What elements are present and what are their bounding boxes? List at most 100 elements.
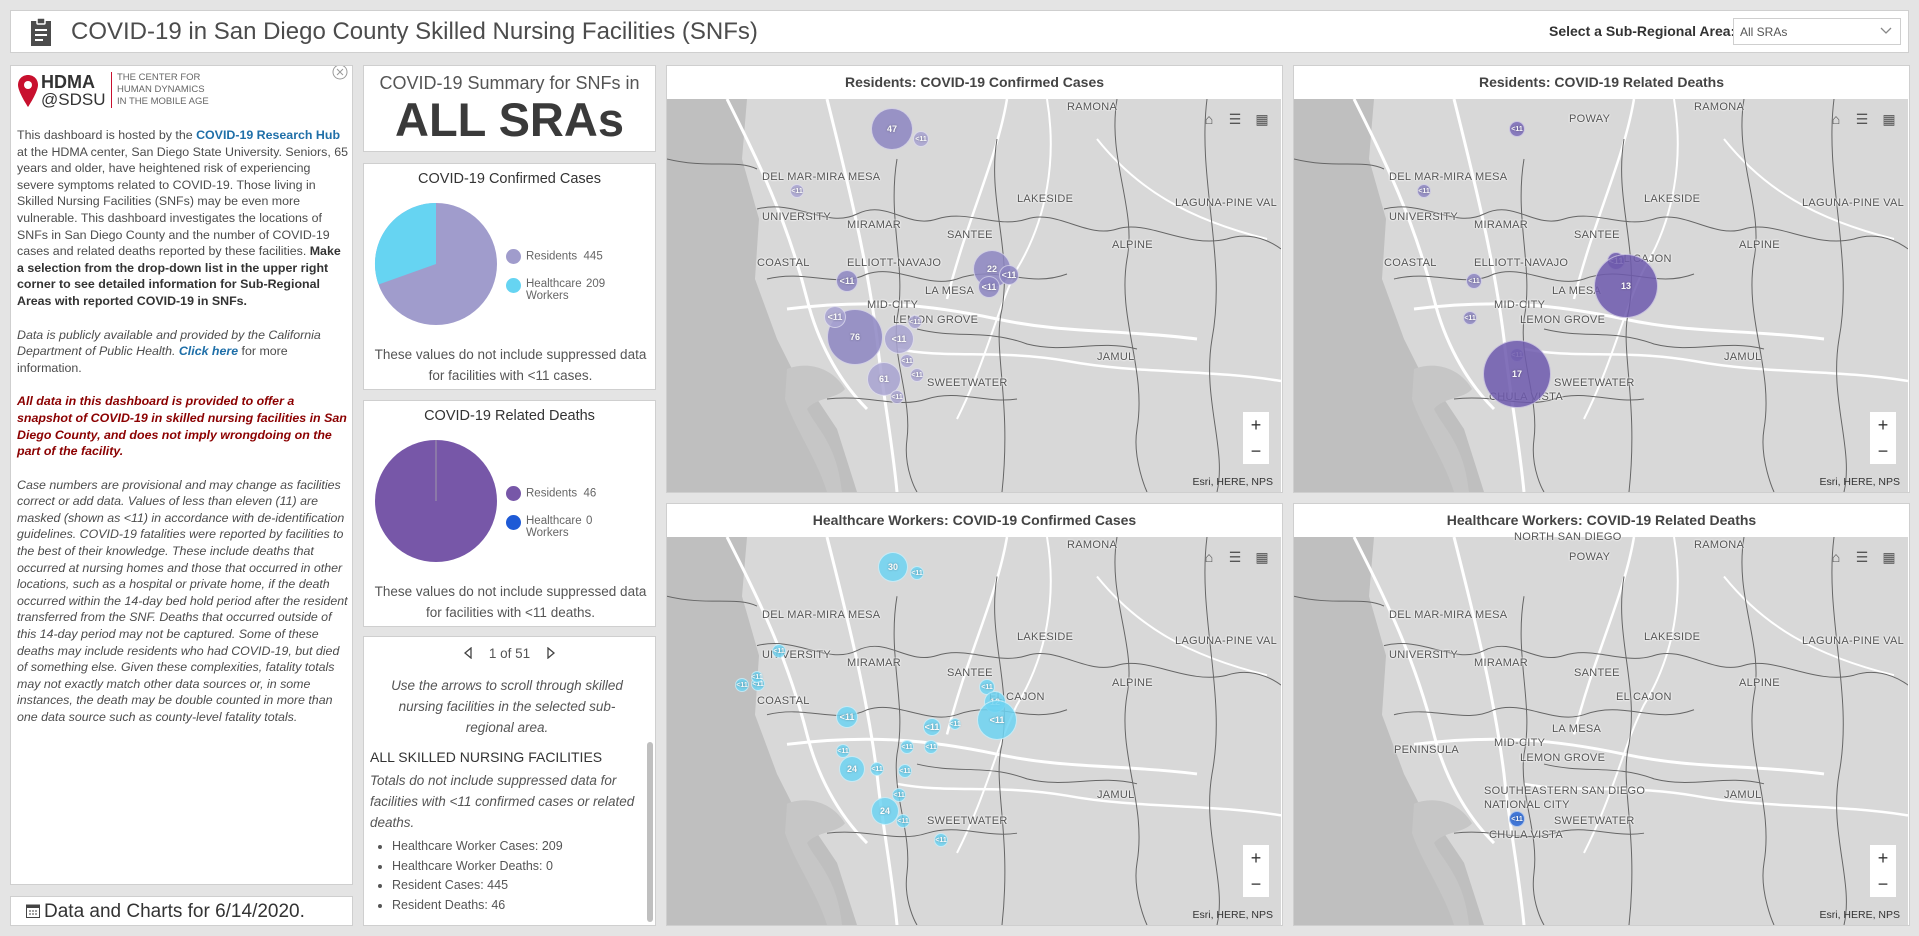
click-here-link[interactable]: Click here [179, 344, 238, 358]
cases-pie[interactable] [374, 202, 498, 326]
facility-bubble[interactable]: <11 [1417, 184, 1431, 198]
facility-bubble[interactable]: <11 [884, 324, 914, 354]
scrollbar[interactable] [647, 742, 653, 922]
facility-bubble[interactable]: <11 [934, 833, 948, 847]
facility-bubble[interactable]: <11 [836, 270, 858, 292]
facility-bubble[interactable]: <11 [913, 131, 929, 147]
facility-bubble[interactable]: <11 [908, 315, 922, 329]
sra-select[interactable]: All SRAs [1733, 18, 1901, 45]
facility-bubble[interactable]: 17 [1483, 340, 1551, 408]
zoom-in-button[interactable]: + [1243, 845, 1269, 871]
map-canvas[interactable]: RAMONA NORTH SAN DIEGO POWAY DEL MAR-MIRA M… [1294, 531, 1908, 925]
deaths-pie[interactable] [374, 439, 498, 563]
facility-bubble[interactable]: 47 [871, 108, 913, 150]
facility-bubble[interactable]: <11 [790, 184, 804, 198]
home-icon[interactable]: ⌂ [1197, 545, 1221, 569]
facility-bubble[interactable]: <11 [999, 265, 1019, 285]
expand-icon[interactable] [332, 65, 348, 80]
facility-bubble[interactable]: <11 [772, 644, 786, 658]
list-icon[interactable]: ☰ [1223, 545, 1247, 569]
map-title: Residents: COVID-19 Confirmed Cases [667, 66, 1282, 99]
basemap [667, 537, 1281, 925]
zoom-in-button[interactable]: + [1243, 412, 1269, 438]
place-label: LAGUNA-PINE VAL [1175, 197, 1278, 209]
facility-bubble[interactable]: <11 [977, 700, 1017, 740]
sra-select-label: Select a Sub-Regional Area: [1549, 23, 1736, 39]
facility-bubble[interactable]: <11 [978, 276, 1000, 298]
facility-bubble[interactable]: <11 [910, 566, 924, 580]
intro-paragraph: This dashboard is hosted by the COVID-19… [17, 128, 349, 308]
grid-icon[interactable]: ▦ [1877, 545, 1901, 569]
place-label: MIRAMAR [1474, 657, 1529, 669]
zoom-out-button[interactable]: − [1870, 438, 1896, 464]
facility-bubble[interactable]: <11 [896, 814, 910, 828]
map-pin-icon [18, 75, 38, 107]
facility-bubble[interactable]: <11 [898, 764, 912, 778]
home-icon[interactable]: ⌂ [1824, 107, 1848, 131]
home-icon[interactable]: ⌂ [1824, 545, 1848, 569]
place-label: SANTEE [1574, 229, 1620, 241]
place-label: ALPINE [1112, 239, 1153, 251]
facility-bubble[interactable]: <11 [900, 740, 914, 754]
next-arrow-icon[interactable] [546, 646, 556, 660]
place-label: RAMONA [1694, 539, 1745, 551]
facility-bubble[interactable]: <11 [923, 718, 941, 736]
pager-label: 1 of 51 [488, 646, 531, 661]
facility-bubble[interactable]: <11 [910, 368, 924, 382]
facility-bubble[interactable]: <11 [890, 390, 904, 404]
cases-chart-panel: COVID-19 Confirmed Cases Residents 445 H… [363, 163, 656, 390]
map-worker-deaths[interactable]: Healthcare Workers: COVID-19 Related Dea… [1293, 503, 1910, 926]
zoom-out-button[interactable]: − [1870, 871, 1896, 897]
map-resident-cases[interactable]: Residents: COVID-19 Confirmed Cases RAMON… [666, 65, 1283, 493]
list-icon[interactable]: ☰ [1850, 545, 1874, 569]
facility-bubble[interactable]: 30 [878, 552, 908, 582]
zoom-out-button[interactable]: − [1243, 871, 1269, 897]
facility-bubble[interactable]: <11 [900, 354, 914, 368]
home-icon[interactable]: ⌂ [1197, 107, 1221, 131]
covid-research-hub-link[interactable]: COVID-19 Research Hub [196, 128, 340, 142]
facility-bubble[interactable]: <11 [1466, 273, 1482, 289]
map-worker-cases[interactable]: Healthcare Workers: COVID-19 Confirmed C… [666, 503, 1283, 926]
list-icon[interactable]: ☰ [1850, 107, 1874, 131]
legend-residents: Residents 46 [506, 486, 596, 501]
zoom-out-button[interactable]: − [1243, 438, 1269, 464]
facility-bubble[interactable]: <11 [824, 306, 846, 328]
facility-bubble[interactable]: <11 [1509, 811, 1525, 827]
facility-bubble[interactable]: <11 [1463, 311, 1477, 325]
prev-arrow-icon[interactable] [463, 646, 473, 660]
map-canvas[interactable]: RAMONA DEL MAR-MIRA MESA LAKESIDE LAGUNA-PI… [667, 99, 1281, 492]
map-resident-deaths[interactable]: Residents: COVID-19 Related Deaths RAMONA… [1293, 65, 1910, 493]
place-label: DEL MAR-MIRA MESA [1389, 171, 1508, 183]
place-label: DEL MAR-MIRA MESA [762, 609, 881, 621]
facility-bubble[interactable]: <11 [924, 740, 938, 754]
facility-bubble[interactable]: 24 [839, 756, 865, 782]
facility-bubble[interactable]: 24 [871, 797, 899, 825]
list-icon[interactable]: ☰ [1223, 107, 1247, 131]
grid-icon[interactable]: ▦ [1250, 545, 1274, 569]
facility-bubble[interactable]: <11 [836, 744, 850, 758]
facility-bubble[interactable]: <11 [1509, 121, 1525, 137]
place-label: LAKESIDE [1644, 193, 1701, 205]
place-label: NORTH SAN DIEGO [1514, 531, 1622, 543]
grid-icon[interactable]: ▦ [1250, 107, 1274, 131]
document-icon [31, 17, 51, 46]
place-label: UNIVERSITY [1389, 211, 1459, 223]
logo-secondary: @SDSU [41, 90, 106, 109]
map-canvas[interactable]: RAMONA POWAY DEL MAR-MIRA MESA LAKESIDE LAGU… [1294, 99, 1908, 492]
facility-bubble[interactable]: 13 [1594, 254, 1658, 318]
logo-divider [111, 72, 112, 108]
legend-workers-swatch [506, 278, 521, 293]
facility-bubble[interactable]: <11 [751, 671, 763, 683]
facility-bubble[interactable]: <11 [735, 678, 749, 692]
chevron-down-icon [1880, 27, 1892, 34]
facility-bubble[interactable]: <11 [836, 706, 858, 728]
zoom-in-button[interactable]: + [1870, 412, 1896, 438]
facility-bubble[interactable]: <11 [870, 762, 884, 776]
facility-bubble[interactable]: <11 [949, 718, 961, 730]
grid-icon[interactable]: ▦ [1877, 107, 1901, 131]
page-title: COVID-19 in San Diego County Skilled Nur… [71, 18, 758, 45]
map-canvas[interactable]: RAMONA DEL MAR-MIRA MESA LAKESIDE LAGUNA-PI… [667, 537, 1281, 925]
place-label: MIRAMAR [1474, 219, 1529, 231]
zoom-in-button[interactable]: + [1870, 845, 1896, 871]
place-label: ELLIOTT-NAVAJO [847, 257, 942, 269]
